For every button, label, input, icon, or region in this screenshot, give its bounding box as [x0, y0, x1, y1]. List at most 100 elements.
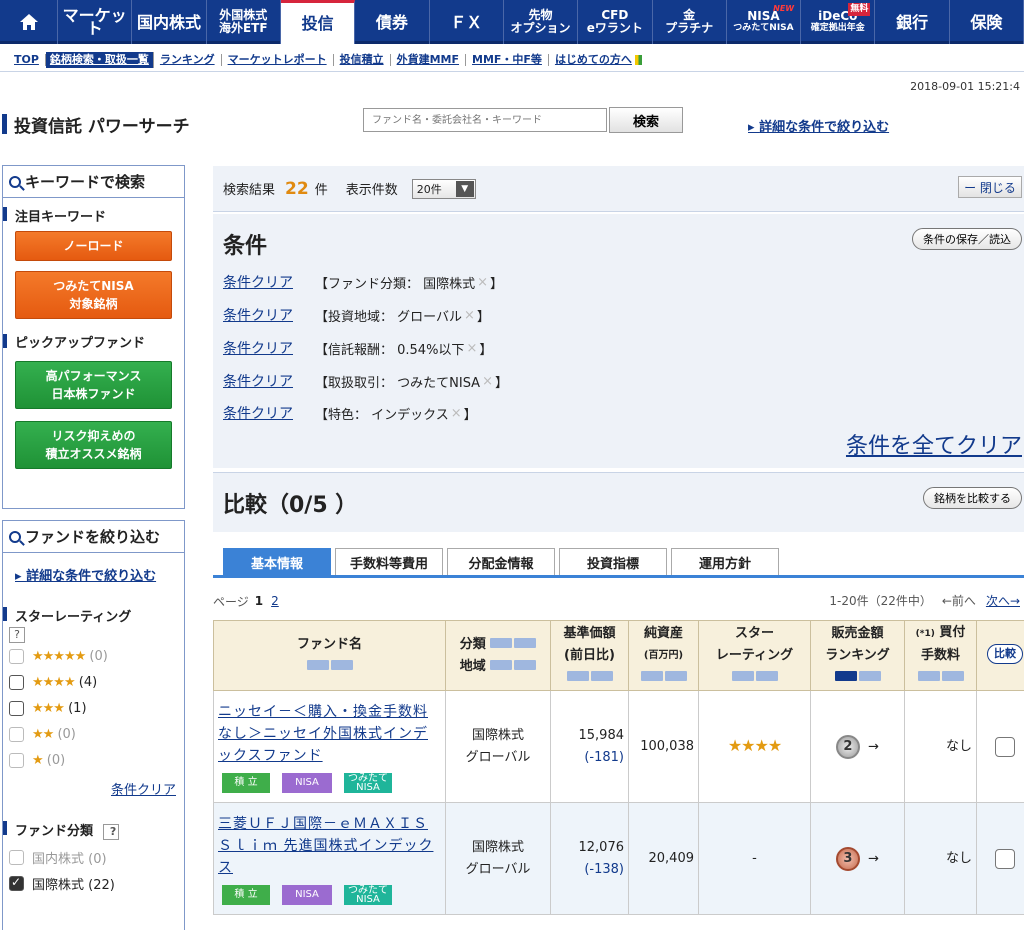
subnav-beginners[interactable]: はじめての方へ — [549, 53, 648, 66]
compare-header-button[interactable]: 比較 — [987, 644, 1023, 664]
subnav-top[interactable]: TOP — [8, 53, 46, 66]
subnav-accumulation[interactable]: 投信積立 — [334, 53, 391, 66]
fund-name-link[interactable]: 三菱ＵＦＪ国際－ｅＭＡＸＩＳ Ｓｌｉｍ 先進国株式インデックス — [214, 813, 445, 879]
low-risk-button[interactable]: リスク抑えめの 積立オススメ銘柄 — [15, 421, 172, 469]
compare-checkbox[interactable] — [995, 736, 1015, 757]
nav-investment-trust[interactable]: 投信 — [280, 0, 356, 44]
sort-control[interactable] — [834, 670, 881, 681]
sort-control[interactable] — [917, 671, 964, 681]
subnav-mmf[interactable]: MMF・中F等 — [466, 53, 549, 66]
nav-bonds[interactable]: 債券 — [355, 0, 430, 44]
tab-fees[interactable]: 手数料等費用 — [335, 548, 443, 575]
sort-desc-icon[interactable] — [514, 659, 537, 670]
nav-futures[interactable]: 先物 オプション — [504, 0, 579, 44]
clear-all-conditions-link[interactable]: 条件を全てクリア — [846, 428, 1022, 460]
close-conditions-button[interactable]: ー 閉じる — [958, 176, 1022, 198]
filter-advanced-link[interactable]: ▸ 詳細な条件で絞り込む — [15, 565, 184, 584]
compare-funds-button[interactable]: 銘柄を比較する — [923, 487, 1022, 509]
sort-asc-icon[interactable] — [731, 670, 754, 681]
nav-market[interactable]: マーケット — [58, 0, 133, 44]
subnav-market-report[interactable]: マーケットレポート — [222, 53, 334, 66]
sort-desc-icon[interactable] — [664, 670, 687, 681]
sort-desc-icon[interactable] — [858, 670, 881, 681]
condition-clear-link[interactable]: 条件クリア — [223, 371, 293, 391]
high-performance-button[interactable]: 高パフォーマンス 日本株ファンド — [15, 361, 172, 409]
tab-policy[interactable]: 運用方針 — [671, 548, 779, 575]
remove-icon[interactable]: × — [482, 374, 493, 389]
sort-control[interactable] — [306, 659, 353, 670]
category-international[interactable]: 国際株式 (22) — [3, 870, 184, 896]
home-button[interactable] — [0, 0, 58, 44]
sort-asc-icon[interactable] — [640, 670, 663, 681]
checkbox[interactable] — [9, 726, 24, 742]
sort-asc-icon[interactable] — [834, 670, 857, 681]
checkbox[interactable] — [9, 648, 24, 664]
category-domestic[interactable]: 国内株式 (0) — [3, 844, 184, 870]
compare-checkbox[interactable] — [995, 848, 1015, 869]
sort-desc-icon[interactable] — [330, 659, 353, 670]
remove-icon[interactable]: × — [451, 406, 462, 421]
condition-clear-link[interactable]: 条件クリア — [223, 305, 293, 325]
nav-fx[interactable]: ＦＸ — [430, 0, 504, 44]
sort-control[interactable] — [566, 670, 613, 681]
checkbox[interactable] — [9, 849, 24, 865]
star-filter-2[interactable]: ★★ (0) — [3, 721, 184, 747]
sort-desc-icon[interactable] — [755, 670, 778, 681]
sort-control[interactable] — [490, 637, 537, 648]
sort-control[interactable] — [490, 659, 537, 670]
checkbox[interactable] — [9, 875, 24, 891]
tab-distribution[interactable]: 分配金情報 — [447, 548, 555, 575]
sort-asc-icon[interactable] — [917, 671, 940, 681]
search-button[interactable]: 検索 — [609, 107, 683, 133]
sort-asc-icon[interactable] — [566, 670, 589, 681]
sort-control[interactable] — [731, 670, 778, 681]
nav-nisa[interactable]: NEW NISA つみたてNISA — [727, 0, 802, 44]
filter-header[interactable]: ファンドを絞り込む — [3, 521, 184, 553]
keyword-search-header[interactable]: キーワードで検索 — [3, 166, 184, 198]
sort-asc-icon[interactable] — [490, 659, 513, 670]
star-filter-1[interactable]: ★ (0) — [3, 747, 184, 773]
sort-asc-icon[interactable] — [490, 637, 513, 648]
condition-clear-link[interactable]: 条件クリア — [223, 338, 293, 358]
nav-cfd[interactable]: CFD eワラント — [578, 0, 653, 44]
help-icon[interactable]: ? — [9, 627, 25, 643]
star-filter-4[interactable]: ★★★★ (4) — [3, 669, 184, 695]
star-filter-3[interactable]: ★★★ (1) — [3, 695, 184, 721]
nav-domestic-stock[interactable]: 国内株式 — [132, 0, 207, 44]
star-filter-5[interactable]: ★★★★★ (0) — [3, 643, 184, 669]
noload-button[interactable]: ノーロード — [15, 231, 172, 261]
checkbox[interactable] — [9, 674, 24, 690]
tsumitate-nisa-button[interactable]: つみたてNISA 対象銘柄 — [15, 271, 172, 319]
subnav-ranking[interactable]: ランキング — [154, 53, 222, 66]
advanced-search-link[interactable]: ▸ 詳細な条件で絞り込む — [748, 116, 889, 135]
sort-desc-icon[interactable] — [514, 637, 537, 648]
sort-desc-icon[interactable] — [941, 671, 964, 681]
sort-control[interactable] — [640, 670, 687, 681]
fund-name-link[interactable]: ニッセイ－＜購入・換金手数料なし＞ニッセイ外国株式インデックスファンド — [214, 701, 445, 767]
tab-indicators[interactable]: 投資指標 — [559, 548, 667, 575]
sort-desc-icon[interactable] — [590, 670, 613, 681]
per-page-select[interactable]: 20件 ▼ — [411, 178, 476, 199]
nav-bank[interactable]: 銀行 — [875, 0, 950, 44]
star-clear-link[interactable]: 条件クリア — [3, 779, 184, 798]
condition-clear-link[interactable]: 条件クリア — [223, 272, 293, 292]
subnav-fund-search[interactable]: 銘柄検索・取扱一覧 — [45, 51, 154, 68]
search-input[interactable] — [363, 108, 607, 132]
tab-basic-info[interactable]: 基本情報 — [223, 548, 331, 575]
pager-page-link[interactable]: 2 — [271, 594, 279, 608]
subnav-foreign-mmf[interactable]: 外貨建MMF — [391, 53, 467, 66]
remove-icon[interactable]: × — [464, 308, 475, 323]
checkbox[interactable] — [9, 700, 24, 716]
condition-clear-link[interactable]: 条件クリア — [223, 403, 293, 423]
checkbox[interactable] — [9, 752, 24, 768]
sort-asc-icon[interactable] — [306, 659, 329, 670]
nav-insurance[interactable]: 保険 — [950, 0, 1024, 44]
pager-next[interactable]: 次へ→ — [986, 590, 1020, 612]
nav-foreign-stock[interactable]: 外国株式 海外ETF — [207, 0, 281, 44]
save-load-conditions-button[interactable]: 条件の保存／読込 — [912, 228, 1022, 250]
help-icon[interactable]: ? — [103, 824, 120, 840]
nav-gold[interactable]: 金プラチナ — [653, 0, 727, 44]
nav-ideco[interactable]: 無料 iDeCo 確定拠出年金 — [801, 0, 876, 44]
remove-icon[interactable]: × — [466, 341, 477, 356]
remove-icon[interactable]: × — [477, 275, 488, 290]
